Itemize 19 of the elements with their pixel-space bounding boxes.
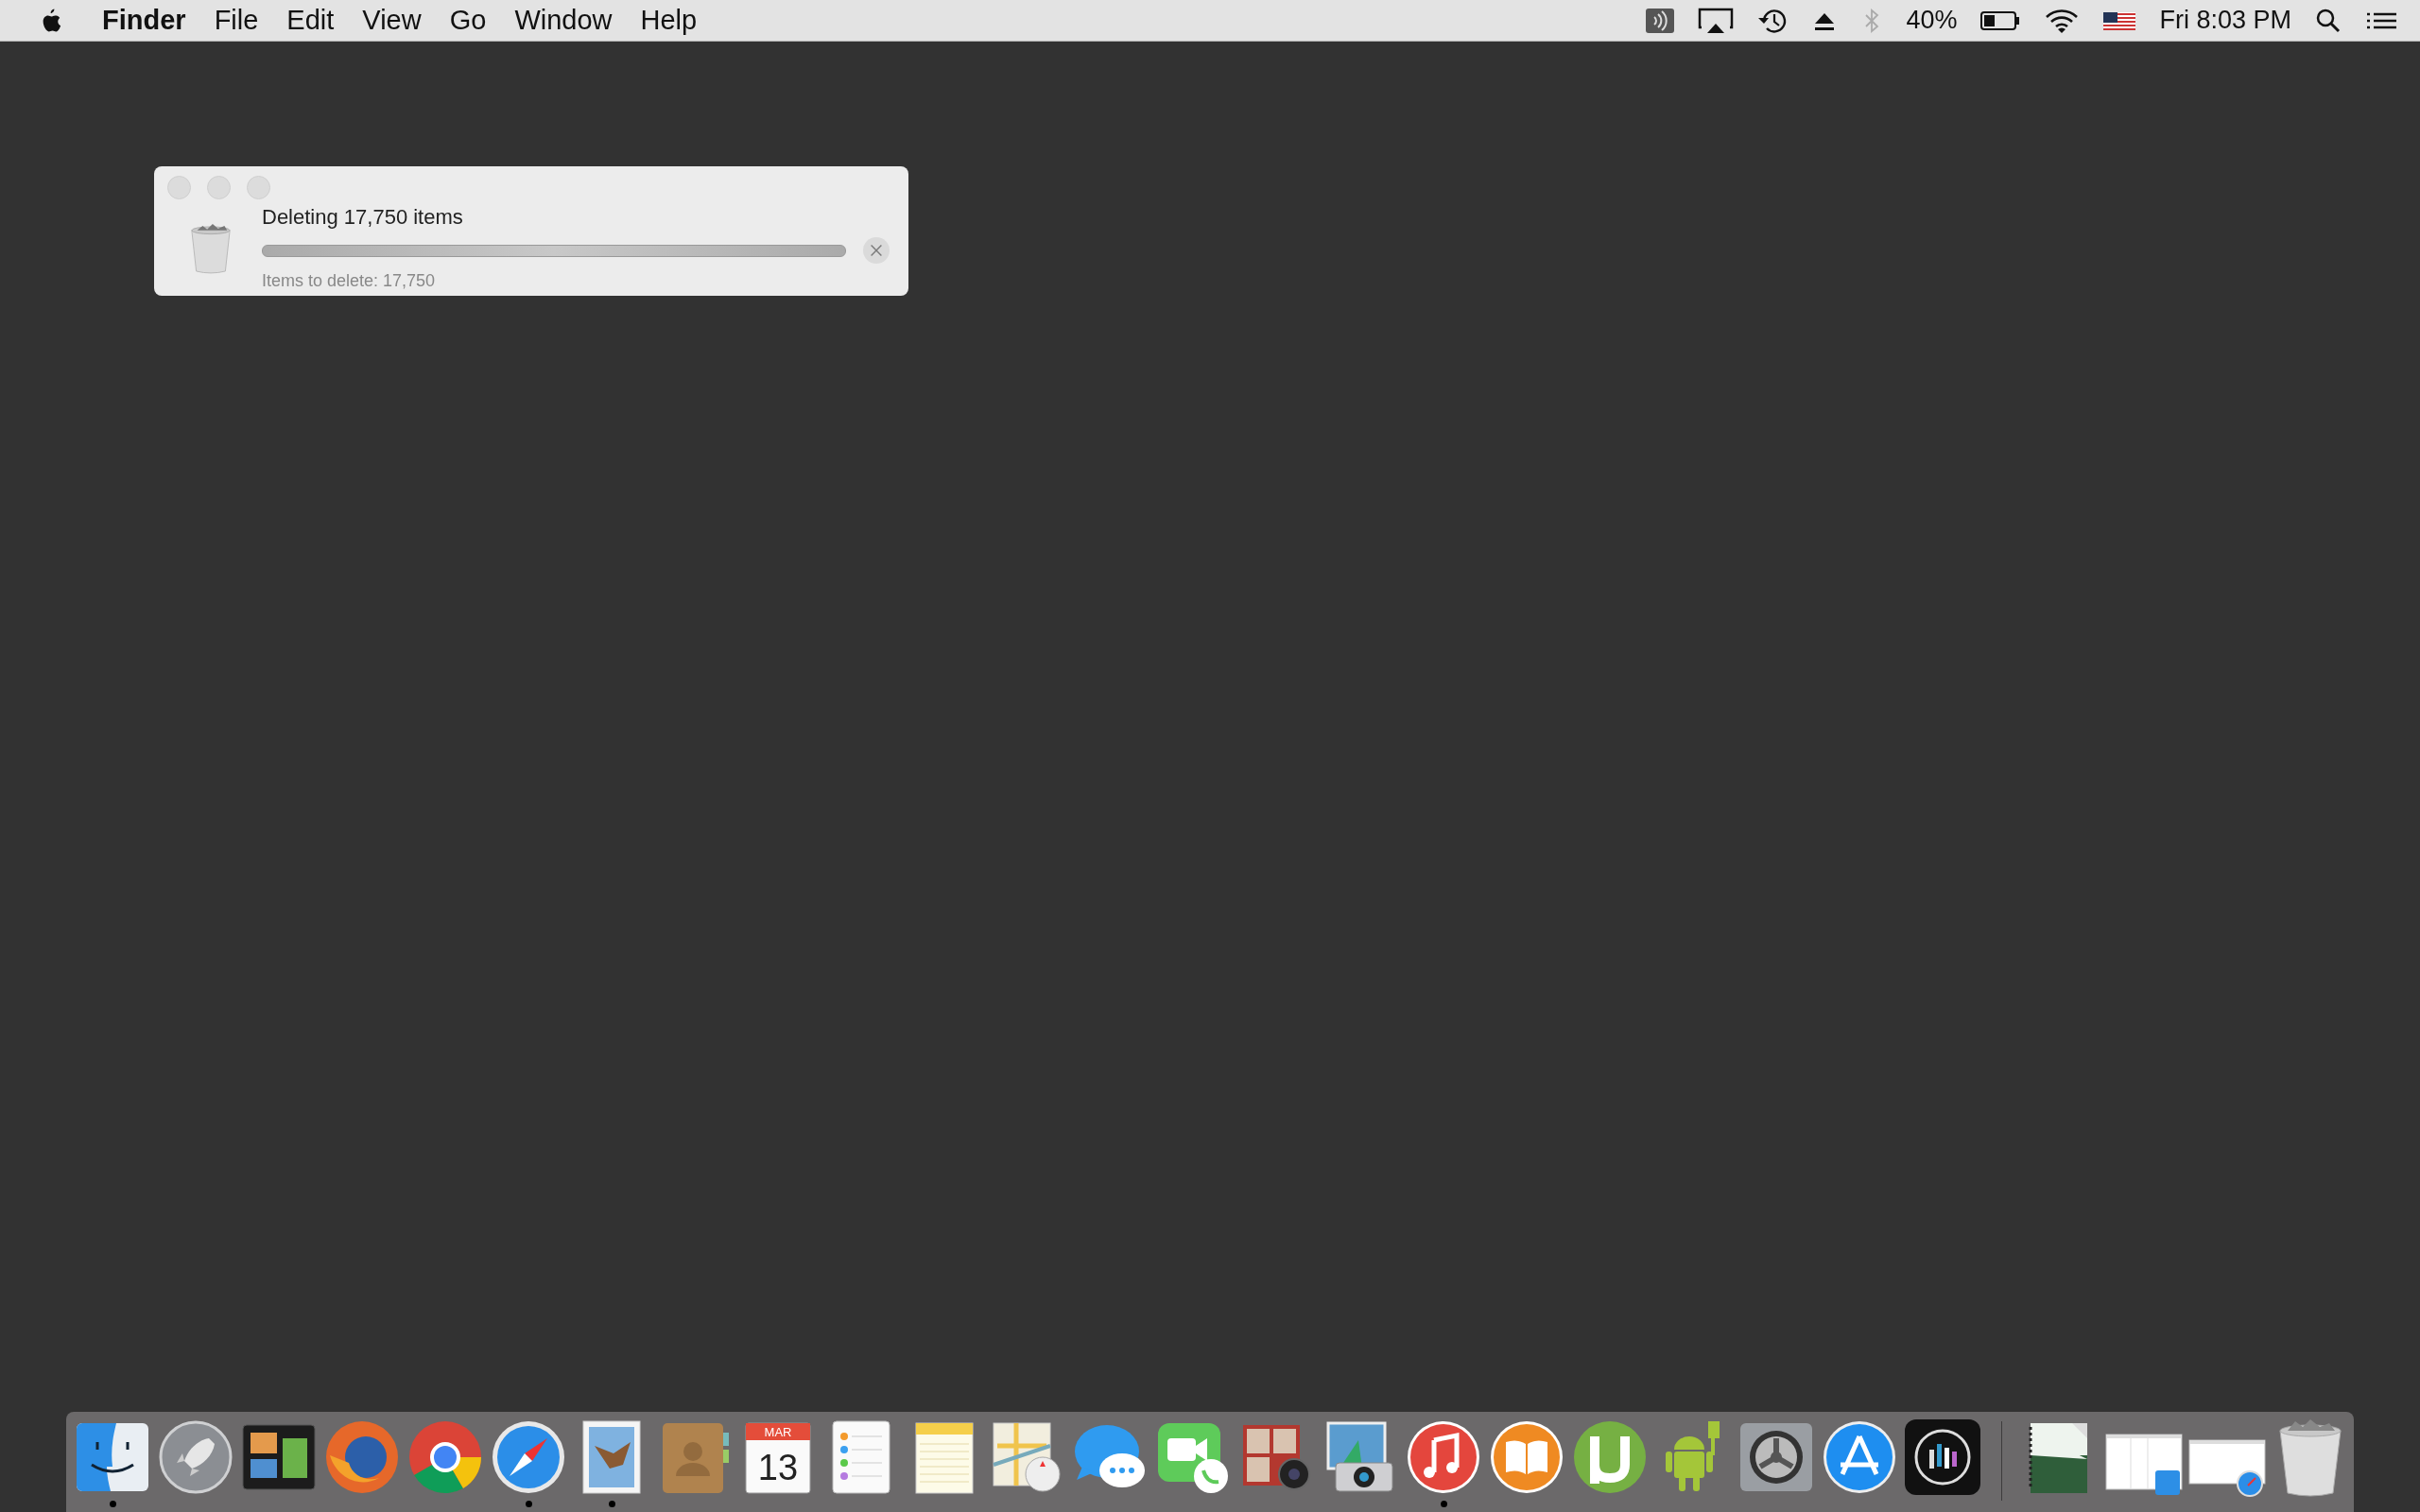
menu-item[interactable]: Edit — [286, 5, 335, 36]
menu-item[interactable]: Window — [514, 5, 613, 36]
menu-item[interactable]: File — [214, 5, 259, 36]
app-menu[interactable]: Finder — [102, 5, 186, 36]
menu-clock[interactable]: Fri 8:03 PM — [2159, 6, 2291, 35]
equalizer-icon[interactable] — [1903, 1418, 1982, 1497]
progress-detail: Items to delete: 17,750 — [262, 271, 437, 291]
stop-button[interactable] — [863, 237, 890, 264]
menu-item[interactable]: View — [362, 5, 422, 36]
menu-item[interactable]: Go — [449, 5, 487, 36]
calendar-month: MAR — [764, 1425, 792, 1439]
close-icon — [868, 242, 885, 259]
trash-can-icon — [188, 221, 233, 275]
speaker-waves-icon[interactable] — [1645, 6, 1676, 35]
calendar-day: 13 — [757, 1448, 799, 1487]
progress-title: Deleting 17,750 items — [262, 205, 464, 230]
battery-percentage: 40% — [1906, 6, 1958, 35]
airplay-icon[interactable] — [1698, 6, 1735, 35]
menu-item[interactable]: Help — [640, 5, 698, 36]
